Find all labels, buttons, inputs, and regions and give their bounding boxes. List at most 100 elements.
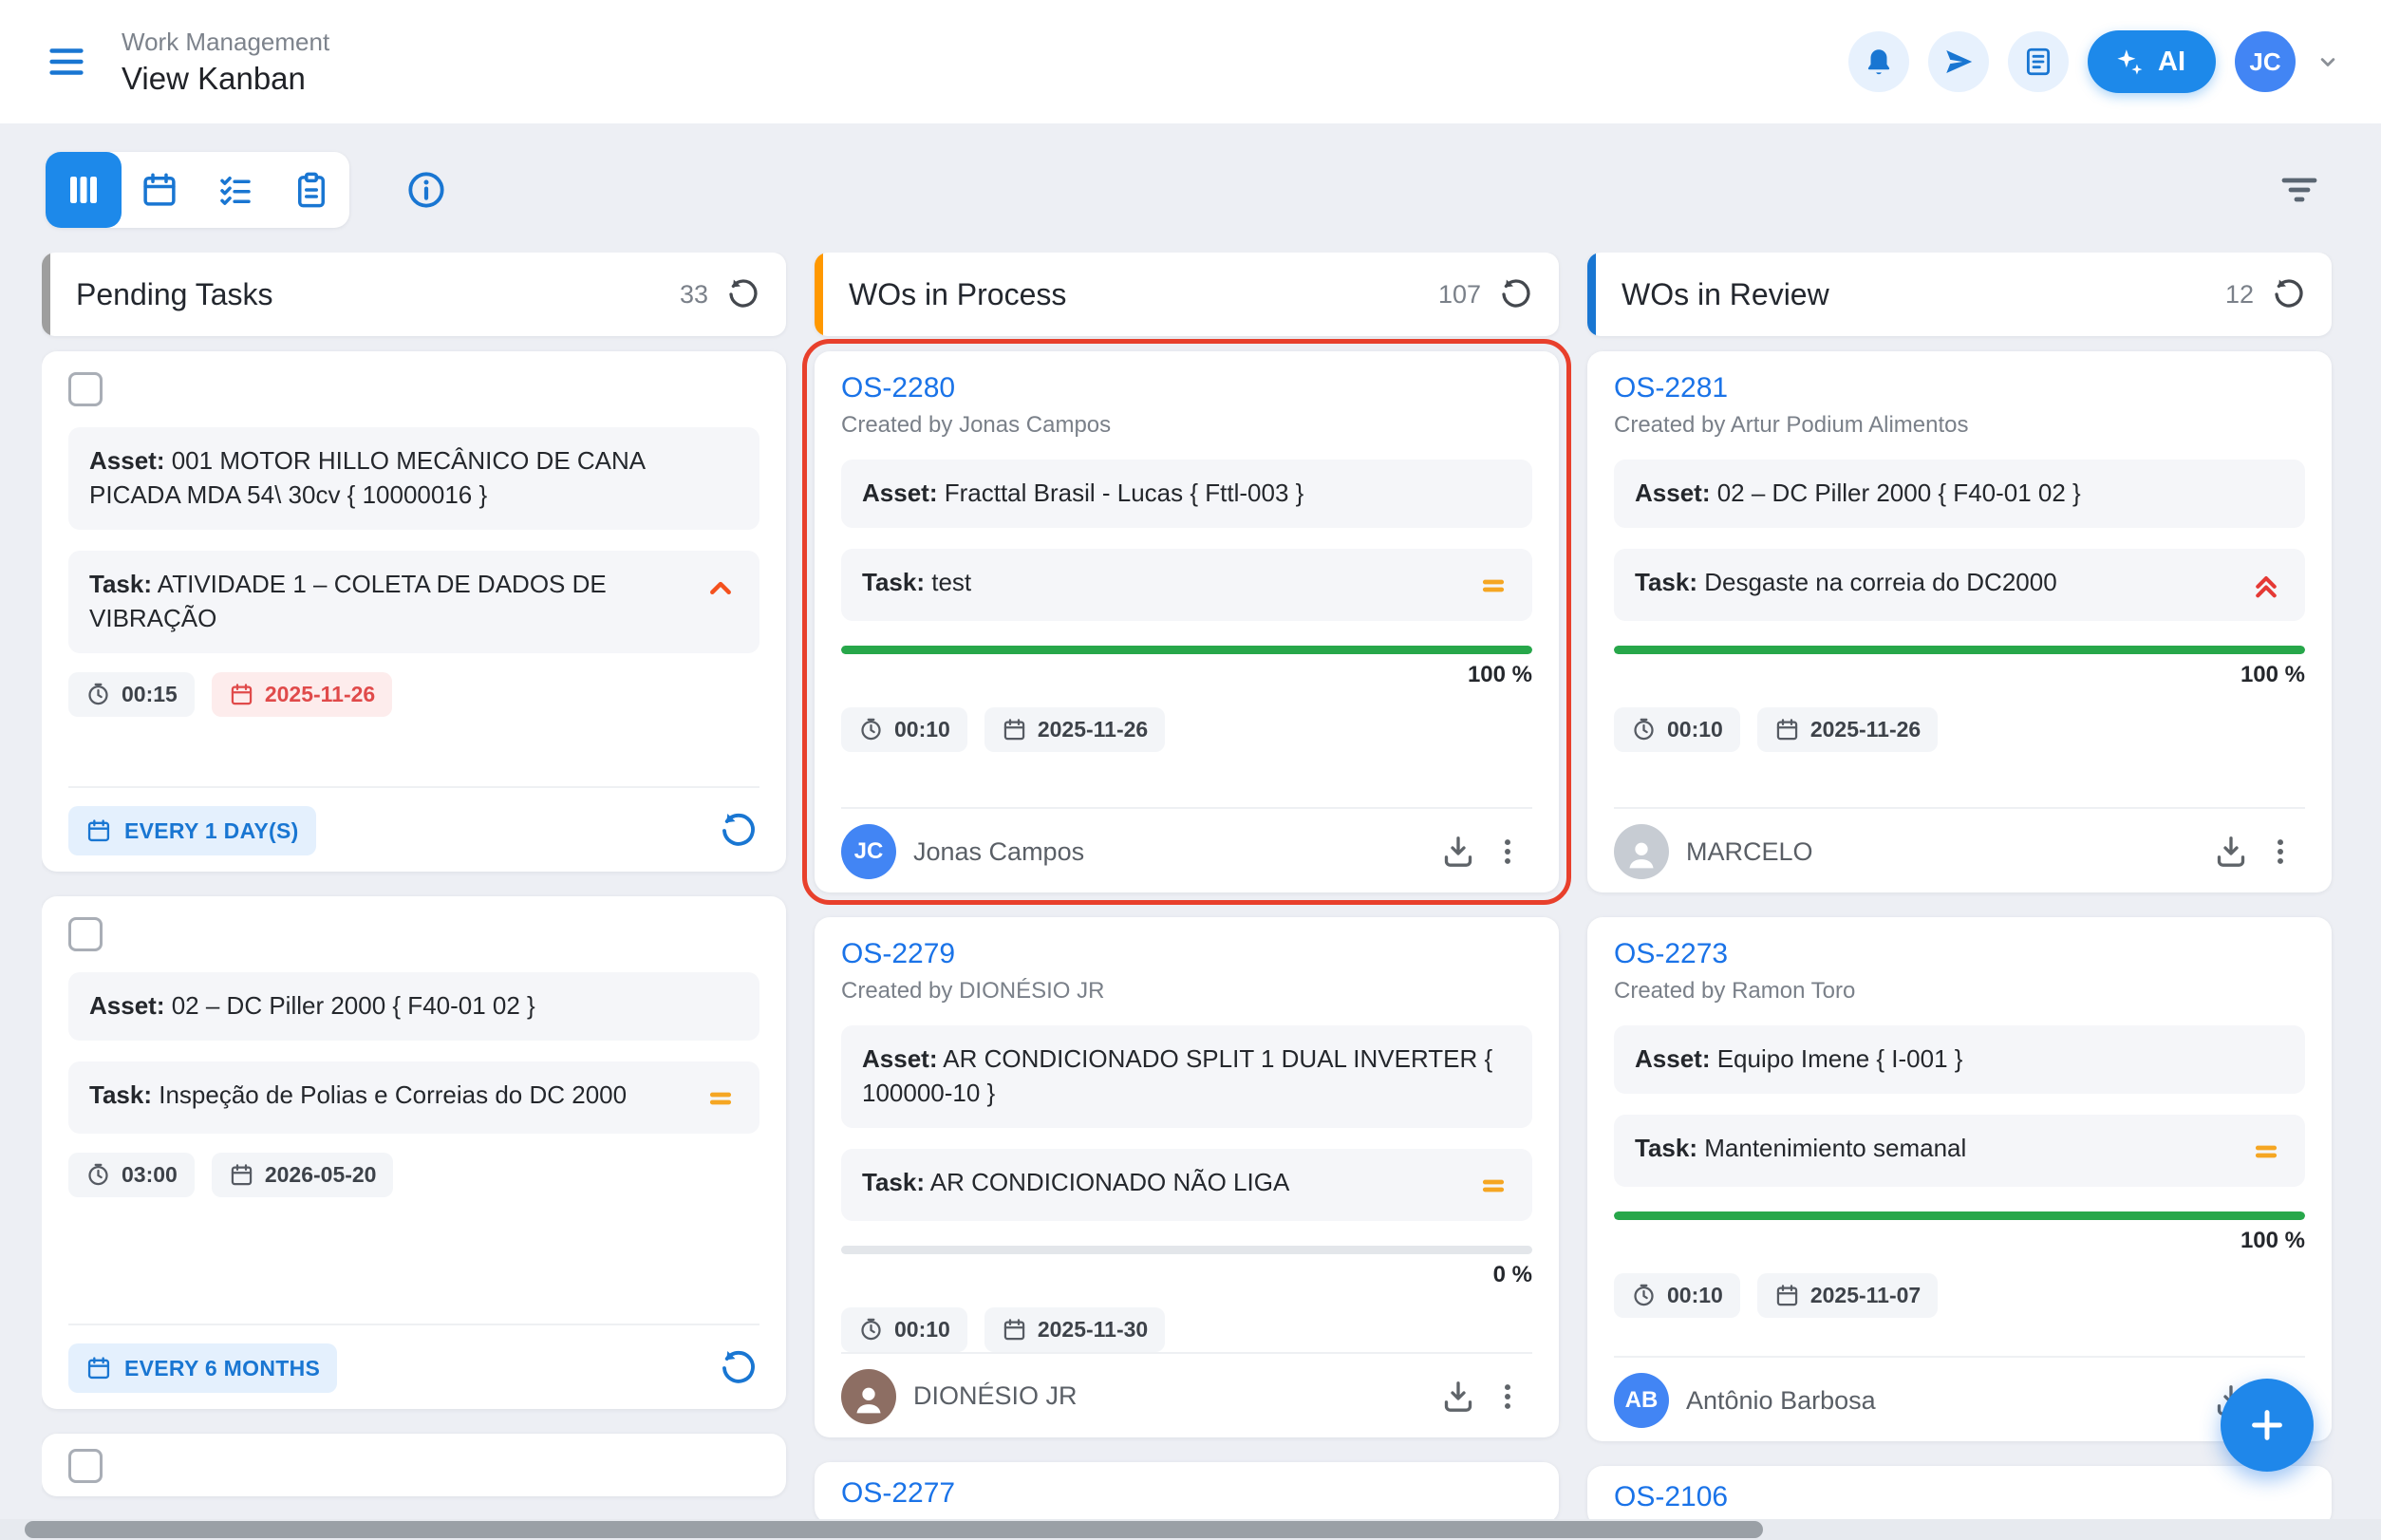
- kanban-icon: [64, 170, 103, 210]
- wo-id-link[interactable]: OS-2281: [1614, 372, 1728, 404]
- priority-medium-icon: [2248, 1134, 2284, 1170]
- plus-icon: [2245, 1403, 2289, 1447]
- filter-button[interactable]: [2277, 167, 2322, 213]
- asset-label: Asset:: [89, 446, 164, 475]
- calendar-icon: [229, 682, 254, 707]
- history-button[interactable]: [718, 1347, 759, 1389]
- card-footer: DIONÉSIO JR: [841, 1354, 1532, 1424]
- due-date-chip: 2025-11-26: [1757, 707, 1938, 752]
- info-icon: [404, 168, 448, 212]
- due-date-chip: 2025-11-30: [984, 1307, 1165, 1352]
- notes-button[interactable]: [2008, 31, 2069, 92]
- header-actions: AI JC: [1848, 30, 2341, 93]
- launcher-button[interactable]: [1928, 31, 1989, 92]
- due-date-chip: 2025-11-07: [1757, 1273, 1938, 1318]
- task-label: Task:: [862, 568, 925, 596]
- task-value: Inspeção de Polias e Correias do DC 2000: [159, 1080, 627, 1109]
- duration-chip: 00:15: [68, 672, 195, 717]
- asset-value: Fracttal Brasil - Lucas { Fttl-003 }: [945, 479, 1304, 507]
- ai-assistant-button[interactable]: AI: [2088, 30, 2216, 93]
- kanban-board: Pending Tasks 33 Asset: 001 MOTOR HILLO …: [42, 253, 2339, 1519]
- list-view-button[interactable]: [197, 152, 273, 228]
- person-icon: [1622, 836, 1660, 874]
- task-checkbox[interactable]: [68, 372, 103, 406]
- user-menu-button[interactable]: [2315, 48, 2341, 75]
- wo-card-partial[interactable]: OS-2106: [1587, 1466, 2332, 1519]
- horizontal-scrollbar[interactable]: [0, 1519, 2381, 1540]
- task-checkbox[interactable]: [68, 1449, 103, 1483]
- download-button[interactable]: [1434, 827, 1483, 876]
- progress-fill: [841, 646, 1532, 654]
- notifications-button[interactable]: [1848, 31, 1909, 92]
- info-button[interactable]: [404, 168, 448, 212]
- more-options-button[interactable]: [1483, 1372, 1532, 1421]
- assignee-name: Jonas Campos: [913, 837, 1434, 867]
- pending-task-card[interactable]: Asset: 001 MOTOR HILLO MECÂNICO DE CANA …: [42, 351, 786, 872]
- assignee-avatar-photo: [841, 1369, 896, 1424]
- duration-chip: 03:00: [68, 1153, 195, 1197]
- download-button[interactable]: [2206, 827, 2256, 876]
- timer-icon: [858, 1317, 884, 1343]
- breadcrumb: Work Management: [122, 28, 329, 57]
- column-title: WOs in Process: [849, 277, 1438, 312]
- notes-icon: [2022, 46, 2054, 78]
- column-refresh-button[interactable]: [725, 276, 761, 312]
- asset-label: Asset:: [1635, 479, 1710, 507]
- task-label: Task:: [89, 1080, 152, 1109]
- recurrence-badge: EVERY 6 MONTHS: [68, 1343, 337, 1393]
- asset-value: 001 MOTOR HILLO MECÂNICO DE CANA PICADA …: [89, 446, 645, 509]
- wo-id-link[interactable]: OS-2273: [1614, 938, 1728, 970]
- pending-task-card[interactable]: Asset: 02 – DC Piller 2000 { F40-01 02 }…: [42, 896, 786, 1409]
- task-checkbox[interactable]: [68, 917, 103, 951]
- timer-icon: [858, 717, 884, 742]
- kanban-view-button[interactable]: [46, 152, 122, 228]
- pending-task-card-partial[interactable]: [42, 1434, 786, 1496]
- progress-label: 0 %: [841, 1262, 1532, 1288]
- calendar-view-button[interactable]: [122, 152, 197, 228]
- top-header: Work Management View Kanban AI JC: [0, 0, 2381, 123]
- task-label: Task:: [1635, 568, 1697, 596]
- menu-button[interactable]: [40, 35, 93, 88]
- wo-card-os-2281[interactable]: OS-2281 Created by Artur Podium Alimento…: [1587, 351, 2332, 892]
- calendar-icon: [1774, 1283, 1800, 1308]
- progress-label: 100 %: [1614, 662, 2305, 688]
- add-button[interactable]: [2221, 1379, 2314, 1472]
- asset-label: Asset:: [89, 991, 164, 1020]
- user-avatar[interactable]: JC: [2235, 31, 2296, 92]
- wo-created-by: Created by DIONÉSIO JR: [841, 978, 1532, 1005]
- chevron-down-icon: [2315, 48, 2341, 75]
- scrollbar-thumb[interactable]: [25, 1521, 1763, 1538]
- wo-card-os-2273[interactable]: OS-2273 Created by Ramon Toro Asset: Equ…: [1587, 917, 2332, 1441]
- download-icon: [2212, 833, 2250, 871]
- calendar-repeat-icon: [85, 1355, 112, 1381]
- wo-id-link[interactable]: OS-2277: [841, 1477, 955, 1510]
- progress-bar: [1614, 646, 2305, 654]
- priority-medium-icon: [1475, 1168, 1511, 1204]
- more-options-button[interactable]: [1483, 827, 1532, 876]
- task-box: Task: Inspeção de Polias e Correias do D…: [68, 1061, 759, 1134]
- wo-card-os-2280[interactable]: OS-2280 Created by Jonas Campos Asset: F…: [815, 351, 1559, 892]
- wo-card-os-2279[interactable]: OS-2279 Created by DIONÉSIO JR Asset: AR…: [815, 917, 1559, 1437]
- task-value: Mantenimiento semanal: [1704, 1134, 1966, 1162]
- task-box: Task: Desgaste na correia do DC2000: [1614, 549, 2305, 621]
- wo-id-link[interactable]: OS-2280: [841, 372, 955, 404]
- task-value: Desgaste na correia do DC2000: [1704, 568, 2056, 596]
- hamburger-icon: [45, 40, 88, 84]
- clipboard-view-button[interactable]: [273, 152, 349, 228]
- more-options-button[interactable]: [2256, 827, 2305, 876]
- column-refresh-button[interactable]: [2271, 276, 2307, 312]
- wo-id-link[interactable]: OS-2106: [1614, 1481, 1728, 1513]
- assignee-name: Antônio Barbosa: [1686, 1386, 2206, 1416]
- column-refresh-button[interactable]: [1498, 276, 1534, 312]
- bell-icon: [1863, 46, 1895, 78]
- wo-id-link[interactable]: OS-2279: [841, 938, 955, 970]
- history-button[interactable]: [718, 810, 759, 852]
- download-button[interactable]: [1434, 1372, 1483, 1421]
- timer-icon: [1631, 717, 1657, 742]
- wo-created-by: Created by Artur Podium Alimentos: [1614, 412, 2305, 439]
- timer-icon: [1631, 1283, 1657, 1308]
- progress-fill: [1614, 1211, 2305, 1220]
- wo-card-partial[interactable]: OS-2277: [815, 1462, 1559, 1519]
- calendar-icon: [1002, 717, 1027, 742]
- priority-medium-icon: [1475, 568, 1511, 604]
